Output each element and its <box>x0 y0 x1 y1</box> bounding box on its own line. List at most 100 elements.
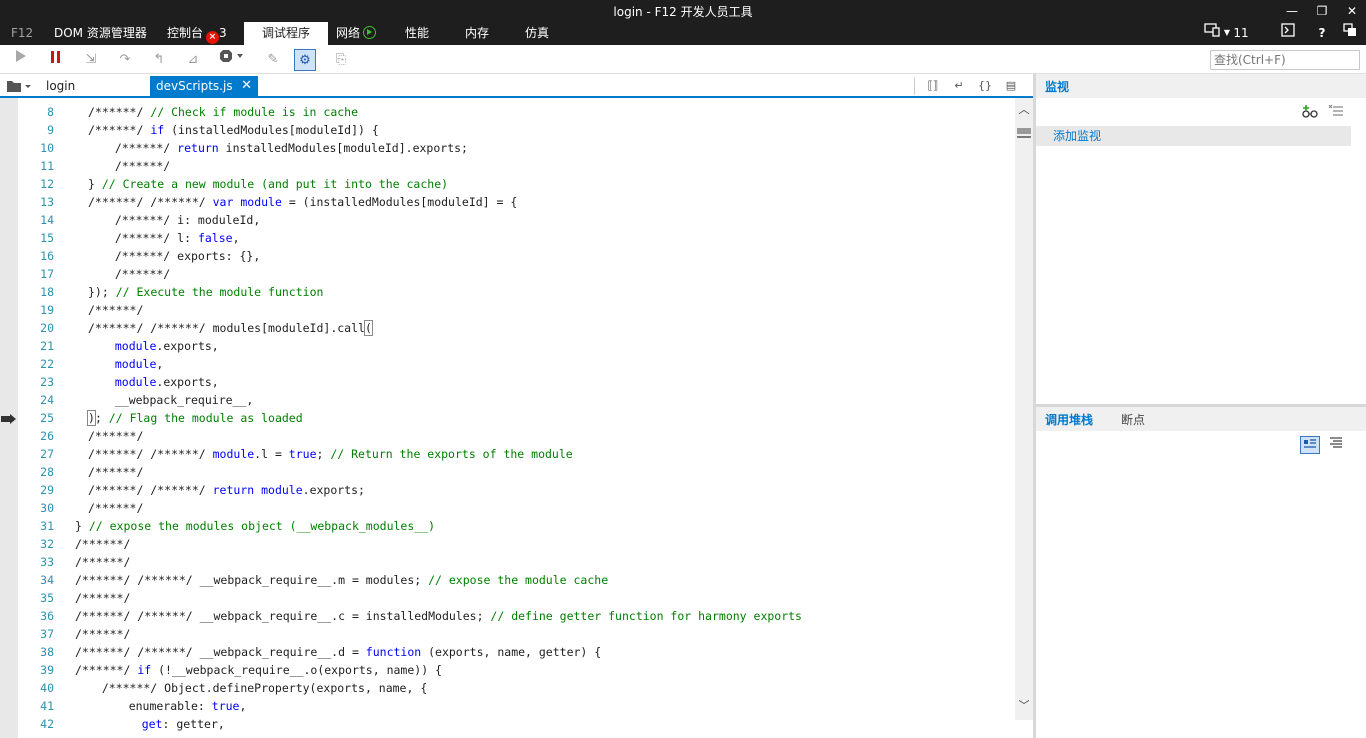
line-number[interactable]: 31 <box>18 517 54 535</box>
line-number[interactable]: 29 <box>18 481 54 499</box>
just-my-code-icon[interactable]: ⚙ <box>294 49 316 71</box>
line-number[interactable]: 40 <box>18 679 54 697</box>
code-line[interactable]: 37 /******/ <box>18 625 1015 643</box>
code-line[interactable]: 10 /******/ return installedModules[modu… <box>18 139 1015 157</box>
doc-tab-login[interactable]: login <box>40 76 150 98</box>
code-line[interactable]: 12} // Create a new module (and put it i… <box>18 175 1015 193</box>
console-toggle-icon[interactable] <box>1278 22 1298 45</box>
code-line[interactable]: 19 /******/ <box>18 301 1015 319</box>
code-line[interactable]: 30 /******/ <box>18 499 1015 517</box>
delete-all-watches-icon[interactable] <box>1326 104 1346 122</box>
code-line[interactable]: 13 /******/ /******/ var module = (instal… <box>18 193 1015 211</box>
help-icon[interactable]: ? <box>1312 22 1332 45</box>
line-number[interactable]: 13 <box>18 193 54 211</box>
step-over-icon[interactable]: ↷ <box>114 49 136 71</box>
add-watch-item[interactable]: 添加监视 <box>1036 126 1351 146</box>
scroll-thumb[interactable] <box>1017 128 1031 134</box>
scroll-up-icon[interactable]: ︿ <box>1015 102 1033 118</box>
vertical-scrollbar[interactable]: ︿ ﹀ <box>1015 98 1033 720</box>
code-line[interactable]: 16 /******/ exports: {}, <box>18 247 1015 265</box>
line-number[interactable]: 41 <box>18 697 54 715</box>
code-editor[interactable]: 8 /******/ // Check if module is in cache… <box>18 98 1015 738</box>
line-number[interactable]: 34 <box>18 571 54 589</box>
code-line[interactable]: 23 module.exports, <box>18 373 1015 391</box>
code-line[interactable]: 36 /******/ /******/ __webpack_require__.… <box>18 607 1015 625</box>
line-number[interactable]: 16 <box>18 247 54 265</box>
line-number[interactable]: 28 <box>18 463 54 481</box>
line-number[interactable]: 24 <box>18 391 54 409</box>
code-line[interactable]: 8 /******/ // Check if module is in cache <box>18 103 1015 121</box>
code-line[interactable]: 18}); // Execute the module function <box>18 283 1015 301</box>
line-number[interactable]: 25 <box>18 409 54 427</box>
code-line[interactable]: 20 /******/ /******/ modules[moduleId].ca… <box>18 319 1015 337</box>
tab-breakpoints[interactable]: 断点 <box>1121 411 1145 428</box>
tab-dom-explorer[interactable]: DOM 资源管理器 <box>48 22 153 45</box>
word-wrap-icon[interactable]: ↵ <box>950 78 968 94</box>
code-line[interactable]: 25); // Flag the module as loaded <box>18 409 1015 427</box>
code-line[interactable]: 15 /******/ l: false, <box>18 229 1015 247</box>
line-number[interactable]: 27 <box>18 445 54 463</box>
line-number[interactable]: 10 <box>18 139 54 157</box>
line-number[interactable]: 12 <box>18 175 54 193</box>
tab-emulation[interactable]: 仿真 <box>519 22 555 45</box>
chevron-down-icon[interactable]: ▼ <box>1222 22 1232 45</box>
line-number[interactable]: 42 <box>18 715 54 733</box>
add-watch-icon[interactable] <box>1300 104 1320 122</box>
line-number[interactable]: 17 <box>18 265 54 283</box>
code-line[interactable]: 40 /******/ Object.defineProperty(export… <box>18 679 1015 697</box>
code-line[interactable]: 35 /******/ <box>18 589 1015 607</box>
code-line[interactable]: 22 module, <box>18 355 1015 373</box>
line-number[interactable]: 9 <box>18 121 54 139</box>
disconnect-debugger-icon[interactable]: ✎ <box>262 49 284 71</box>
undock-icon[interactable] <box>1340 22 1360 45</box>
line-number[interactable]: 19 <box>18 301 54 319</box>
exception-behavior-icon[interactable] <box>218 49 246 71</box>
line-number[interactable]: 35 <box>18 589 54 607</box>
continue-icon[interactable] <box>10 49 32 71</box>
line-number[interactable]: 23 <box>18 373 54 391</box>
code-line[interactable]: 14 /******/ i: moduleId, <box>18 211 1015 229</box>
code-line[interactable]: 9 /******/ if (installedModules[moduleId]… <box>18 121 1015 139</box>
pretty-print-icon[interactable]: ⎘ <box>330 49 352 71</box>
doc-tab-devscripts[interactable]: devScripts.js ✕ <box>150 76 258 98</box>
line-number[interactable]: 36 <box>18 607 54 625</box>
search-input[interactable] <box>1210 50 1360 70</box>
line-number[interactable]: 15 <box>18 229 54 247</box>
close-button[interactable]: ✕ <box>1338 0 1366 22</box>
code-line[interactable]: 29 /******/ /******/ return module.export… <box>18 481 1015 499</box>
format-code-icon[interactable]: ⟦⟧ <box>924 78 942 94</box>
code-line[interactable]: 11 /******/ <box>18 157 1015 175</box>
tab-console[interactable]: 控制台 × 3 <box>161 22 233 45</box>
tab-debugger[interactable]: 调试程序 <box>244 22 328 45</box>
line-number[interactable]: 21 <box>18 337 54 355</box>
scroll-down-icon[interactable]: ﹀ <box>1015 698 1033 714</box>
document-mode-value[interactable]: 11 <box>1232 22 1250 45</box>
pause-icon[interactable] <box>45 49 67 71</box>
folder-icon[interactable] <box>6 79 34 93</box>
show-frames-icon[interactable] <box>1326 436 1346 454</box>
line-number[interactable]: 39 <box>18 661 54 679</box>
code-line[interactable]: 42 get: getter, <box>18 715 1015 733</box>
code-line[interactable]: 17 /******/ <box>18 265 1015 283</box>
line-number[interactable]: 30 <box>18 499 54 517</box>
code-line[interactable]: 41 enumerable: true, <box>18 697 1015 715</box>
code-line[interactable]: 33 /******/ <box>18 553 1015 571</box>
line-number[interactable]: 26 <box>18 427 54 445</box>
tab-callstack[interactable]: 调用堆栈 <box>1045 411 1093 428</box>
code-line[interactable]: 34 /******/ /******/ __webpack_require__.… <box>18 571 1015 589</box>
code-line[interactable]: 32 /******/ <box>18 535 1015 553</box>
break-on-new-worker-icon[interactable]: ⊿ <box>182 49 204 71</box>
step-out-icon[interactable]: ↰ <box>148 49 170 71</box>
show-native-code-icon[interactable] <box>1300 436 1320 454</box>
code-line[interactable]: 28 /******/ <box>18 463 1015 481</box>
line-number[interactable]: 22 <box>18 355 54 373</box>
code-line[interactable]: 27 /******/ /******/ module.l = true; // … <box>18 445 1015 463</box>
close-tab-icon[interactable]: ✕ <box>241 76 252 96</box>
code-line[interactable]: 24 __webpack_require__, <box>18 391 1015 409</box>
line-number[interactable]: 18 <box>18 283 54 301</box>
line-number[interactable]: 33 <box>18 553 54 571</box>
line-number[interactable]: 8 <box>18 103 54 121</box>
step-into-icon[interactable]: ⇲ <box>80 49 102 71</box>
tab-performance[interactable]: 性能 <box>399 22 435 45</box>
code-line[interactable]: 26 /******/ <box>18 427 1015 445</box>
